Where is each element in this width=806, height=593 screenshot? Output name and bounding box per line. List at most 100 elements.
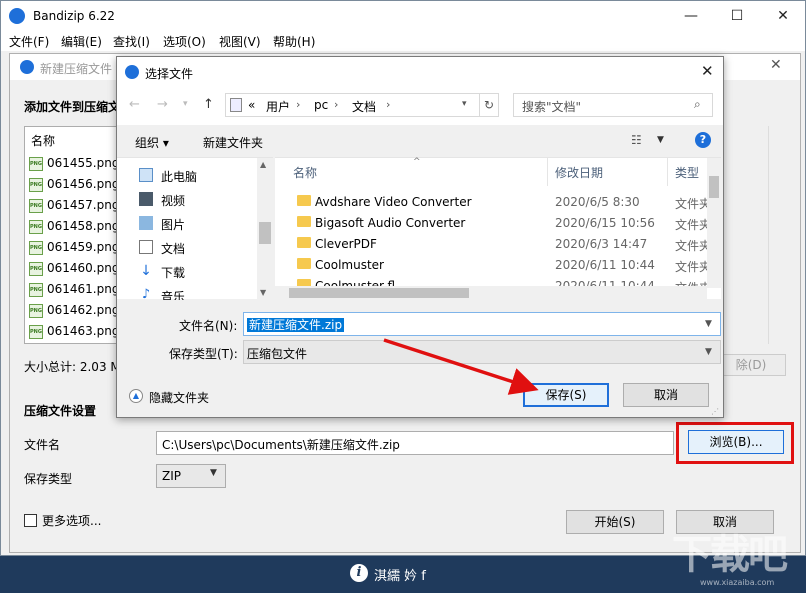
chevron-up-icon[interactable]: ▲ xyxy=(129,389,143,403)
breadcrumb-pc[interactable]: pc xyxy=(314,98,328,112)
remove-button[interactable]: 除(D) xyxy=(716,354,786,376)
refresh-icon[interactable]: ↻ xyxy=(479,93,499,117)
view-options-icon[interactable]: ☷ xyxy=(631,133,642,147)
back-arrow-icon[interactable]: ← xyxy=(129,97,140,112)
column-header-name[interactable]: 名称 xyxy=(31,132,55,149)
nav-pane-scrollbar[interactable]: ▲ ▼ xyxy=(257,158,273,300)
table-row[interactable]: Avdshare Video Converter 2020/6/5 8:30 文件夹 xyxy=(275,192,709,213)
start-button[interactable]: 开始(S) xyxy=(566,510,664,534)
save-dialog-title: 选择文件 xyxy=(145,67,194,81)
archive-settings-heading: 压缩文件设置 xyxy=(24,404,97,418)
nav-item-this-pc[interactable]: 此电脑 xyxy=(139,164,259,188)
table-row[interactable]: Bigasoft Audio Converter 2020/6/15 10:56 文… xyxy=(275,213,709,234)
folder-icon xyxy=(297,216,311,227)
chevron-right-icon[interactable]: › xyxy=(296,98,300,111)
breadcrumb-documents[interactable]: 文档 xyxy=(352,98,376,115)
column-header-name[interactable]: 名称 xyxy=(293,164,317,181)
file-list-scrollbar[interactable] xyxy=(768,126,784,344)
up-arrow-icon[interactable]: ↑ xyxy=(203,97,214,112)
chevron-down-icon[interactable]: ▼ xyxy=(705,347,712,357)
chevron-down-icon[interactable]: ▾ xyxy=(183,99,188,109)
scrollbar-thumb[interactable] xyxy=(289,288,469,298)
resize-grip-icon[interactable]: ⋰ xyxy=(711,407,719,416)
search-input[interactable]: 搜索"文档" ⌕ xyxy=(513,93,713,117)
column-divider[interactable] xyxy=(547,158,548,186)
menu-file[interactable]: 文件(F) xyxy=(9,33,49,50)
scrollbar-thumb[interactable] xyxy=(709,176,719,198)
bandizip-logo-icon xyxy=(9,8,25,24)
menu-view[interactable]: 视图(V) xyxy=(219,33,261,50)
nav-item-downloads[interactable]: ↓ 下载 xyxy=(139,260,259,284)
file-pane-vertical-scrollbar[interactable] xyxy=(707,158,721,288)
save-type-select[interactable]: 压缩包文件 xyxy=(243,340,721,364)
save-file-dialog: 选择文件 ✕ ← → ▾ ↑ « 用户 › pc › 文档 › ▾ ↻ 搜索"文… xyxy=(116,56,724,418)
chevron-down-icon[interactable]: ▼ xyxy=(210,468,217,478)
chevron-right-icon[interactable]: › xyxy=(334,98,338,111)
save-type-label: 保存类型(T): xyxy=(169,347,238,361)
nav-item-videos[interactable]: 视频 xyxy=(139,188,259,212)
organize-menu[interactable]: 组织 ▾ xyxy=(135,134,169,151)
file-name: 061459.png xyxy=(47,240,120,254)
chevron-right-icon[interactable]: › xyxy=(386,98,390,111)
chevron-down-icon[interactable]: ▾ xyxy=(462,99,467,109)
file-browser-pane[interactable]: ^ 名称 修改日期 类型 Avdshare Video Converter 202… xyxy=(275,157,721,300)
search-icon[interactable]: ⌕ xyxy=(694,97,701,112)
close-icon[interactable]: ✕ xyxy=(701,62,714,80)
sort-caret-icon: ^ xyxy=(413,157,421,167)
address-bar[interactable]: « 用户 › pc › 文档 › ▾ xyxy=(225,93,499,117)
menu-options[interactable]: 选项(O) xyxy=(163,33,206,50)
save-button[interactable]: 保存(S) xyxy=(523,383,609,407)
png-file-icon: PNG xyxy=(29,262,43,276)
computer-icon xyxy=(230,98,242,112)
app-title: Bandizip 6.22 xyxy=(33,9,115,23)
hide-folders-toggle[interactable]: 隐藏文件夹 xyxy=(149,389,209,406)
nav-item-music[interactable]: ♪ 音乐 xyxy=(139,284,259,301)
menu-find[interactable]: 查找(I) xyxy=(113,33,150,50)
chevron-down-icon[interactable]: ▼ xyxy=(705,319,712,329)
more-options-checkbox[interactable] xyxy=(24,514,37,527)
new-folder-button[interactable]: 新建文件夹 xyxy=(203,134,263,151)
chevron-down-icon[interactable]: ▼ xyxy=(657,135,664,145)
video-icon xyxy=(139,192,153,206)
navigation-pane[interactable]: 此电脑 视频 图片 文档 ↓ 下载 ♪ 音乐 ▲ ▼ xyxy=(117,157,273,301)
close-icon[interactable]: ✕ xyxy=(770,57,782,73)
png-file-icon: PNG xyxy=(29,199,43,213)
scroll-down-icon[interactable]: ▼ xyxy=(260,288,266,297)
nav-item-label: 视频 xyxy=(161,194,186,208)
close-icon[interactable]: ✕ xyxy=(761,1,805,31)
table-row[interactable]: CleverPDF 2020/6/3 14:47 文件夹 xyxy=(275,234,709,255)
file-pane-horizontal-scrollbar[interactable] xyxy=(275,286,707,300)
forward-arrow-icon[interactable]: → xyxy=(157,97,168,112)
nav-item-pictures[interactable]: 图片 xyxy=(139,212,259,236)
item-name: CleverPDF xyxy=(315,237,377,251)
column-header-type[interactable]: 类型 xyxy=(675,164,699,181)
nav-item-documents[interactable]: 文档 xyxy=(139,236,259,260)
scrollbar-thumb[interactable] xyxy=(259,222,271,244)
main-titlebar: Bandizip 6.22 — ☐ ✕ xyxy=(1,1,805,31)
archive-path-input[interactable]: C:\Users\pc\Documents\新建压缩文件.zip xyxy=(156,431,674,455)
breadcrumb-users[interactable]: 用户 xyxy=(266,98,290,115)
help-icon[interactable]: ? xyxy=(695,132,711,148)
filename-input[interactable]: 新建压缩文件.zip xyxy=(243,312,721,336)
menu-edit[interactable]: 编辑(E) xyxy=(61,33,102,50)
table-row[interactable]: Coolmuster 2020/6/11 10:44 文件夹 xyxy=(275,255,709,276)
filename-label: 文件名(N): xyxy=(179,319,238,333)
folder-icon xyxy=(297,195,311,206)
folder-icon xyxy=(297,258,311,269)
column-divider[interactable] xyxy=(667,158,668,186)
minimize-icon[interactable]: — xyxy=(669,1,713,31)
maximize-icon[interactable]: ☐ xyxy=(715,1,759,31)
column-header-date[interactable]: 修改日期 xyxy=(555,164,603,181)
breadcrumb-overflow[interactable]: « xyxy=(248,98,255,112)
item-type: 文件夹 xyxy=(675,197,709,211)
file-name: 061460.png xyxy=(47,261,120,275)
filename-selected-text[interactable]: 新建压缩文件.zip xyxy=(247,318,345,332)
more-options-label[interactable]: 更多选项... xyxy=(42,512,101,529)
cancel-button[interactable]: 取消 xyxy=(623,383,709,407)
scroll-up-icon[interactable]: ▲ xyxy=(260,160,266,169)
png-file-icon: PNG xyxy=(29,178,43,192)
search-placeholder: 搜索"文档" xyxy=(522,100,582,114)
folder-icon xyxy=(297,237,311,248)
menu-help[interactable]: 帮助(H) xyxy=(273,33,315,50)
nav-item-label: 下载 xyxy=(161,266,186,280)
